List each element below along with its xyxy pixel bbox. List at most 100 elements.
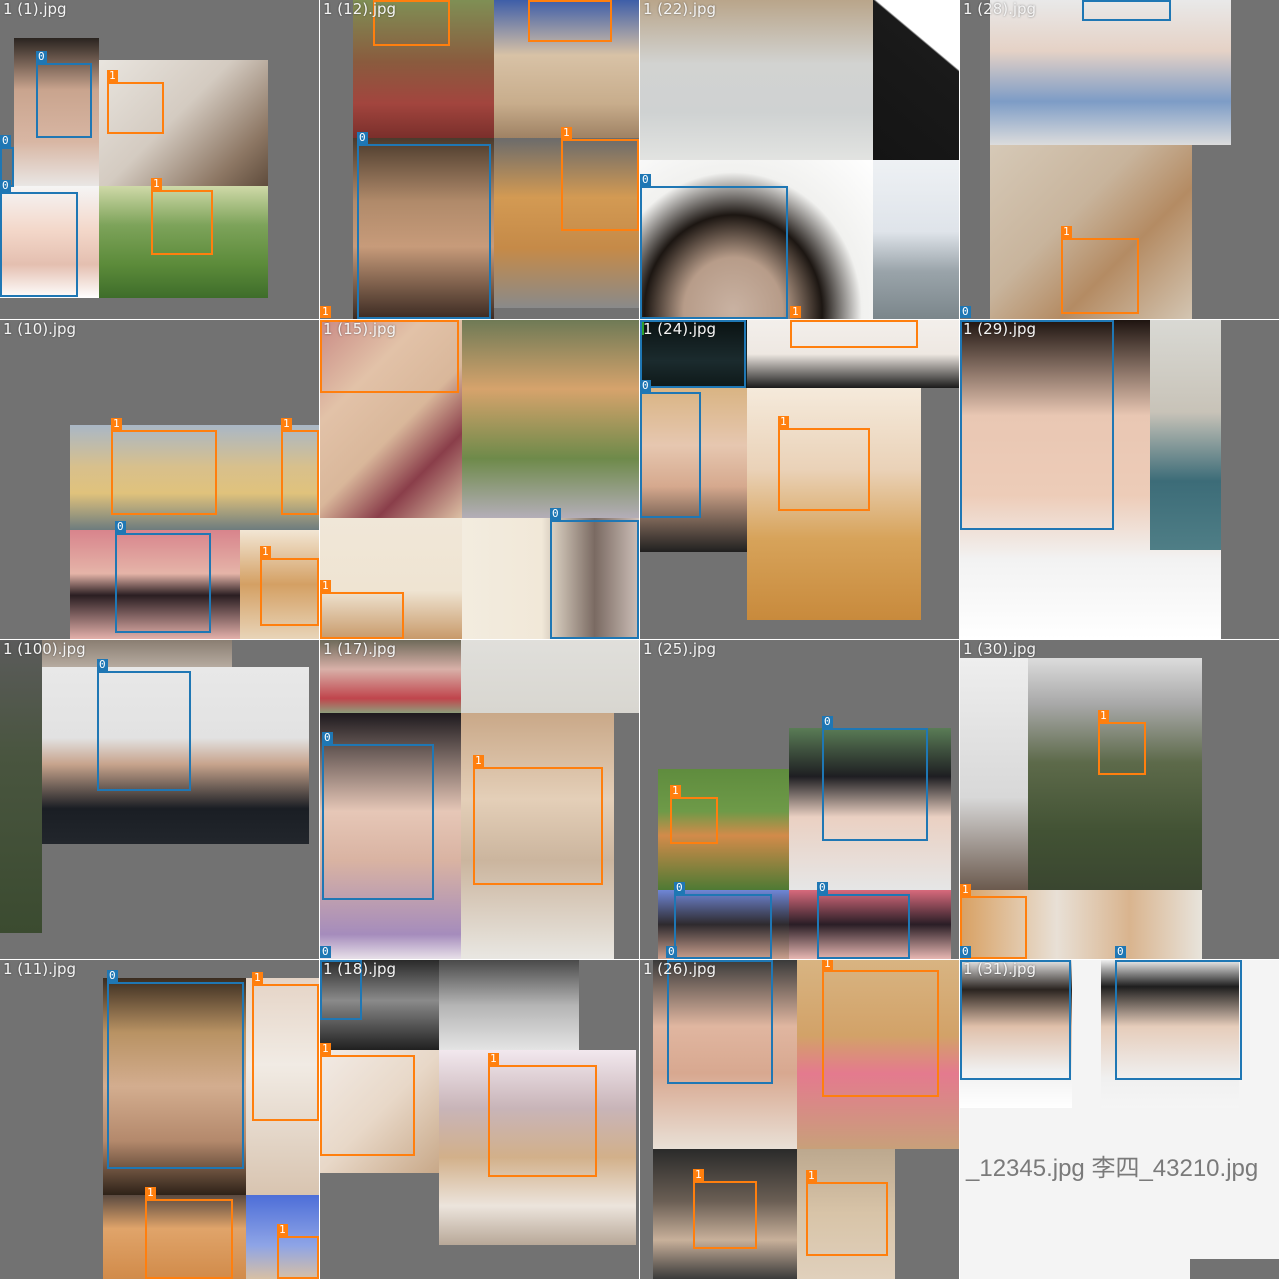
face-class-tag: 0	[817, 881, 828, 894]
face-class-tag: 0	[322, 731, 333, 744]
tile-filename: 1 (1).jpg	[3, 0, 67, 18]
mosaic-grid: 0 1 0 0 1 1 (1).jpg 0 1 1 1 (12).jpg 0 1…	[0, 0, 1280, 1280]
dog-class-tag: 1	[111, 417, 122, 430]
dog-class-tag: 1	[561, 126, 572, 139]
face-class-tag: 0	[960, 305, 971, 318]
dog-class-tag: 1	[822, 960, 833, 970]
dog-bounding-box	[1098, 722, 1146, 775]
dog-class-tag: 1	[320, 305, 331, 318]
dog-bounding-box	[320, 1055, 415, 1156]
dog-class-tag: 1	[320, 579, 331, 592]
tile-filename: 1 (12).jpg	[323, 0, 397, 18]
face-bounding-box	[0, 192, 78, 297]
photo-dark-corner	[873, 0, 959, 160]
grey-fill-corner	[1190, 1259, 1279, 1279]
dog-class-tag: 1	[693, 1168, 704, 1181]
dog-bounding-box	[693, 1181, 757, 1249]
dog-class-tag: 1	[960, 883, 971, 896]
face-class-tag: 0	[960, 945, 971, 958]
face-bounding-box	[822, 728, 928, 841]
mosaic-tile: 0 1 0 0 1 1 (1).jpg	[0, 0, 319, 319]
mosaic-tile: 0 1 (100).jpg	[0, 640, 319, 959]
dog-bounding-box	[488, 1065, 597, 1177]
tile-filename: 1 (24).jpg	[643, 320, 717, 338]
photo-sea-bridge	[873, 160, 959, 319]
tile-filename: 1 (11).jpg	[3, 960, 77, 978]
face-class-tag: 0	[640, 173, 651, 186]
dog-bounding-box	[151, 190, 213, 255]
mosaic-tile: 1 1 0 0 1 (30).jpg	[960, 640, 1279, 959]
face-class-tag: 0	[115, 520, 126, 533]
face-class-tag: 0	[36, 50, 47, 63]
tile-filename: 1 (15).jpg	[323, 320, 397, 338]
face-bounding-box	[115, 533, 211, 633]
face-bounding-box	[1115, 960, 1242, 1080]
face-class-tag: 0	[822, 715, 833, 728]
dog-class-tag: 1	[252, 971, 263, 984]
tile-filename: 1 (22).jpg	[643, 0, 717, 18]
tile-filename: 1 (30).jpg	[963, 640, 1037, 658]
face-class-tag: 0	[357, 131, 368, 144]
tile-filename: 1 (17).jpg	[323, 640, 397, 658]
face-class-tag: 0	[107, 969, 118, 982]
dog-class-tag: 1	[806, 1169, 817, 1182]
tile-filename: 1 (26).jpg	[643, 960, 717, 978]
face-bounding-box	[36, 63, 92, 138]
dog-class-tag: 1	[320, 1042, 331, 1055]
face-bounding-box	[640, 186, 788, 319]
dog-class-tag: 1	[670, 784, 681, 797]
mosaic-tile: 1 0 0 0 0 1 (25).jpg	[640, 640, 959, 959]
dog-class-tag: 1	[778, 415, 789, 428]
dog-bounding-box	[670, 797, 718, 844]
dog-class-tag: 1	[1098, 709, 1109, 722]
face-bounding-box	[1082, 0, 1171, 21]
dog-bounding-box	[277, 1236, 319, 1279]
face-class-tag: 0	[0, 179, 11, 192]
tile-filename: 1 (18).jpg	[323, 960, 397, 978]
overlay-filename-text: _12345.jpg 李四_43210.jpg	[966, 1155, 1259, 1182]
face-bounding-box	[322, 744, 434, 900]
dog-bounding-box	[252, 984, 319, 1121]
face-bounding-box	[107, 982, 244, 1169]
dog-class-tag: 1	[277, 1223, 288, 1236]
face-bounding-box	[817, 894, 910, 959]
face-class-tag: 0	[0, 134, 11, 147]
dog-bounding-box	[790, 320, 918, 348]
photo-building-right	[1150, 320, 1221, 550]
face-bounding-box	[97, 671, 191, 791]
photo-dog-paws-bw	[439, 960, 579, 1050]
dog-class-tag: 1	[107, 69, 118, 82]
mosaic-tile: 0 1 1 (22).jpg	[640, 0, 959, 319]
mosaic-tile: 0 1 1 (15).jpg	[320, 320, 639, 639]
mosaic-tile: 1 0 1 1 (24).jpg	[640, 320, 959, 639]
dog-bounding-box	[473, 767, 603, 885]
photo-wall-left	[960, 658, 1028, 890]
tile-filename: 1 (31).jpg	[963, 960, 1037, 978]
tile-filename: 1 (10).jpg	[3, 320, 77, 338]
dog-bounding-box	[111, 430, 217, 515]
dog-bounding-box	[806, 1182, 888, 1256]
mosaic-tile: 0 1 0 1 (17).jpg	[320, 640, 639, 959]
photo-overalls-girl	[990, 0, 1231, 145]
face-class-tag: 0	[640, 379, 651, 392]
dog-bounding-box	[260, 558, 319, 626]
mosaic-tile: _12345.jpg 李四_43210.jpg 1 (31).jpg	[960, 960, 1279, 1279]
dog-class-tag: 1	[488, 1052, 499, 1065]
dog-bounding-box	[778, 428, 870, 511]
mosaic-tile: 1 1 0 1 1 (10).jpg	[0, 320, 319, 639]
photo-street-dog	[640, 0, 873, 160]
face-class-tag: 0	[1115, 945, 1126, 958]
dog-bounding-box	[822, 970, 939, 1097]
dog-bounding-box	[561, 139, 639, 231]
dog-class-tag: 1	[790, 305, 801, 318]
face-bounding-box	[640, 392, 701, 518]
face-bounding-box	[674, 894, 772, 959]
dog-bounding-box	[145, 1199, 233, 1279]
face-class-tag: 0	[320, 945, 331, 958]
dog-class-tag: 1	[1061, 225, 1072, 238]
mosaic-tile: 1 1 1 1 (26).jpg	[640, 960, 959, 1279]
dog-bounding-box	[281, 430, 319, 515]
face-class-tag: 0	[97, 658, 108, 671]
tile-filename: 1 (25).jpg	[643, 640, 717, 658]
face-bounding-box	[550, 520, 639, 639]
